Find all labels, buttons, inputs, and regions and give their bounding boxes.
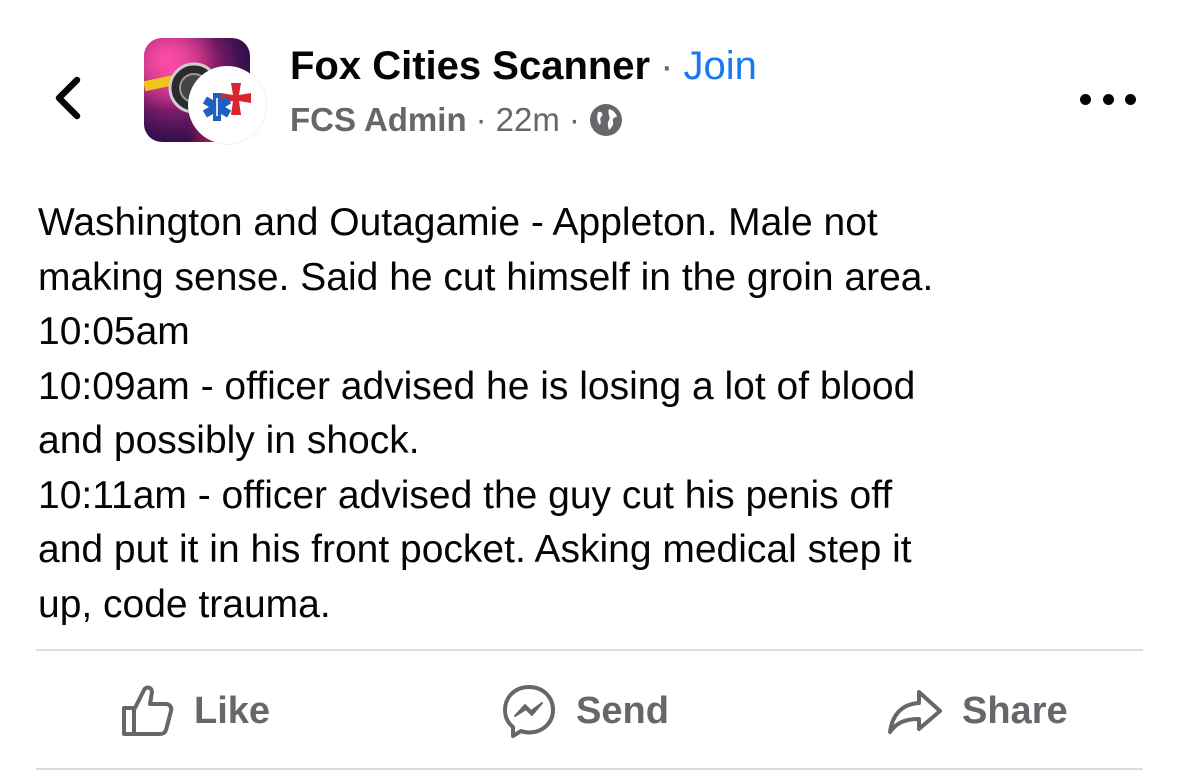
send-button[interactable]: Send xyxy=(500,676,669,746)
page-avatar[interactable] xyxy=(188,66,266,144)
post-text: Washington and Outagamie - Appleton. Mal… xyxy=(38,196,1148,632)
group-title-row: Fox Cities Scanner · Join xyxy=(290,42,757,90)
meta-separator: · xyxy=(475,101,487,138)
post-text-line: 10:11am - officer advised the guy cut hi… xyxy=(38,473,893,517)
post-text-line: Washington and Outagamie - Appleton. Mal… xyxy=(38,201,878,244)
post-text-line: 10:09am - officer advised he is losing a… xyxy=(38,364,916,408)
ems-fire-logo-icon xyxy=(191,69,263,141)
divider xyxy=(36,768,1143,770)
like-label: Like xyxy=(194,689,271,732)
post-view: Fox Cities Scanner · Join FCS Admin · 22… xyxy=(0,0,1179,780)
ellipsis-dot xyxy=(1125,93,1136,105)
share-arrow-icon xyxy=(886,682,944,740)
post-text-line: making sense. Said he cut himself in the… xyxy=(38,255,934,299)
chevron-left-icon xyxy=(55,76,81,120)
more-options-button[interactable] xyxy=(1080,82,1136,116)
back-button[interactable] xyxy=(40,68,96,128)
meta-separator: · xyxy=(568,101,580,138)
send-label: Send xyxy=(576,689,669,732)
share-button[interactable]: Share xyxy=(886,676,1068,746)
join-button[interactable]: Join xyxy=(683,42,756,90)
like-button[interactable]: Like xyxy=(118,676,270,746)
ellipsis-horizontal-icon xyxy=(1080,93,1091,105)
post-meta: FCS Admin · 22m · xyxy=(290,98,623,142)
post-text-line: and possibly in shock. xyxy=(38,419,420,462)
messenger-icon xyxy=(500,682,558,740)
post-text-line: 10:05am xyxy=(38,310,190,353)
ellipsis-dot xyxy=(1102,93,1114,105)
post-text-line: and put it in his front pocket. Asking m… xyxy=(38,528,912,571)
thumbs-up-icon xyxy=(118,682,176,740)
title-separator: · xyxy=(660,44,674,88)
group-name-link[interactable]: Fox Cities Scanner xyxy=(290,42,650,90)
post-text-line: up, code trauma. xyxy=(38,582,331,626)
author-name[interactable]: FCS Admin xyxy=(290,98,467,142)
share-label: Share xyxy=(962,689,1068,732)
globe-icon xyxy=(589,103,623,137)
divider xyxy=(36,649,1143,651)
post-time[interactable]: 22m xyxy=(496,98,560,142)
